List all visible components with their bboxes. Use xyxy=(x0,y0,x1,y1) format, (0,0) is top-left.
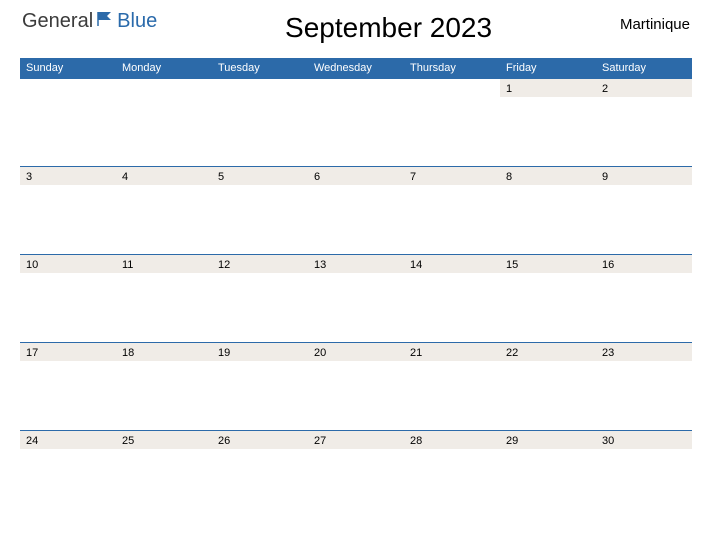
day-number: 19 xyxy=(218,347,302,359)
calendar-day-cell: 24 xyxy=(20,431,116,519)
calendar-week-row: 24 25 26 27 28 29 30 xyxy=(20,431,692,519)
day-number: 22 xyxy=(506,347,590,359)
day-number: 21 xyxy=(410,347,494,359)
day-number: 2 xyxy=(602,83,686,95)
weekday-header: Saturday xyxy=(596,58,692,79)
calendar-day-cell: 4 xyxy=(116,167,212,255)
calendar-day-cell xyxy=(20,79,116,167)
day-number: 3 xyxy=(26,171,110,183)
day-number: 5 xyxy=(218,171,302,183)
calendar-day-cell: 27 xyxy=(308,431,404,519)
calendar-day-cell: 6 xyxy=(308,167,404,255)
day-number: 26 xyxy=(218,435,302,447)
calendar-grid: Sunday Monday Tuesday Wednesday Thursday… xyxy=(20,58,692,519)
day-number: 24 xyxy=(26,435,110,447)
calendar-day-cell: 13 xyxy=(308,255,404,343)
calendar-day-cell: 22 xyxy=(500,343,596,431)
day-number: 27 xyxy=(314,435,398,447)
calendar-day-cell: 26 xyxy=(212,431,308,519)
day-number: 14 xyxy=(410,259,494,271)
flag-icon xyxy=(97,10,115,33)
calendar-day-cell: 5 xyxy=(212,167,308,255)
day-number: 9 xyxy=(602,171,686,183)
calendar-day-cell xyxy=(404,79,500,167)
weekday-header: Monday xyxy=(116,58,212,79)
weekday-header: Wednesday xyxy=(308,58,404,79)
calendar-day-cell: 7 xyxy=(404,167,500,255)
calendar-day-cell: 2 xyxy=(596,79,692,167)
calendar-day-cell: 17 xyxy=(20,343,116,431)
calendar-week-row: 3456789 xyxy=(20,167,692,255)
calendar-day-cell: 20 xyxy=(308,343,404,431)
weekday-header: Friday xyxy=(500,58,596,79)
day-number: 25 xyxy=(122,435,206,447)
calendar-day-cell xyxy=(116,79,212,167)
calendar-day-cell: 16 xyxy=(596,255,692,343)
calendar-day-cell: 9 xyxy=(596,167,692,255)
day-number: 15 xyxy=(506,259,590,271)
calendar-week-row: 10 11 12 13 14 15 16 xyxy=(20,255,692,343)
day-number: 10 xyxy=(26,259,110,271)
page-title: September 2023 xyxy=(157,12,620,44)
calendar-day-cell: 3 xyxy=(20,167,116,255)
calendar-day-cell: 11 xyxy=(116,255,212,343)
day-number: 12 xyxy=(218,259,302,271)
day-number: 7 xyxy=(410,171,494,183)
day-number: 13 xyxy=(314,259,398,271)
calendar-day-cell xyxy=(212,79,308,167)
day-number: 18 xyxy=(122,347,206,359)
day-number: 6 xyxy=(314,171,398,183)
calendar-day-cell: 18 xyxy=(116,343,212,431)
calendar-day-cell: 10 xyxy=(20,255,116,343)
calendar-day-cell xyxy=(308,79,404,167)
calendar-day-cell: 21 xyxy=(404,343,500,431)
weekday-header: Thursday xyxy=(404,58,500,79)
calendar-day-cell: 19 xyxy=(212,343,308,431)
region-label: Martinique xyxy=(620,16,690,33)
calendar-week-row: 12 xyxy=(20,79,692,167)
day-number: 23 xyxy=(602,347,686,359)
calendar-day-cell: 15 xyxy=(500,255,596,343)
brand-logo: General Blue xyxy=(22,10,157,33)
day-number: 17 xyxy=(26,347,110,359)
calendar-day-cell: 1 xyxy=(500,79,596,167)
day-number: 4 xyxy=(122,171,206,183)
day-number: 29 xyxy=(506,435,590,447)
calendar-day-cell: 28 xyxy=(404,431,500,519)
day-number: 8 xyxy=(506,171,590,183)
day-number: 28 xyxy=(410,435,494,447)
calendar-day-cell: 25 xyxy=(116,431,212,519)
weekday-header: Sunday xyxy=(20,58,116,79)
day-number: 16 xyxy=(602,259,686,271)
brand-text-1: General xyxy=(22,10,93,33)
calendar-day-cell: 12 xyxy=(212,255,308,343)
calendar-day-cell: 8 xyxy=(500,167,596,255)
calendar-day-cell: 23 xyxy=(596,343,692,431)
day-number: 1 xyxy=(506,83,590,95)
calendar-week-row: 17 18 19 20 21 22 23 xyxy=(20,343,692,431)
calendar-day-cell: 14 xyxy=(404,255,500,343)
calendar-day-cell: 30 xyxy=(596,431,692,519)
day-number: 11 xyxy=(122,259,206,271)
day-number: 30 xyxy=(602,435,686,447)
weekday-header: Tuesday xyxy=(212,58,308,79)
calendar-day-cell: 29 xyxy=(500,431,596,519)
weekday-header-row: Sunday Monday Tuesday Wednesday Thursday… xyxy=(20,58,692,79)
brand-text-2: Blue xyxy=(117,10,157,33)
day-number: 20 xyxy=(314,347,398,359)
